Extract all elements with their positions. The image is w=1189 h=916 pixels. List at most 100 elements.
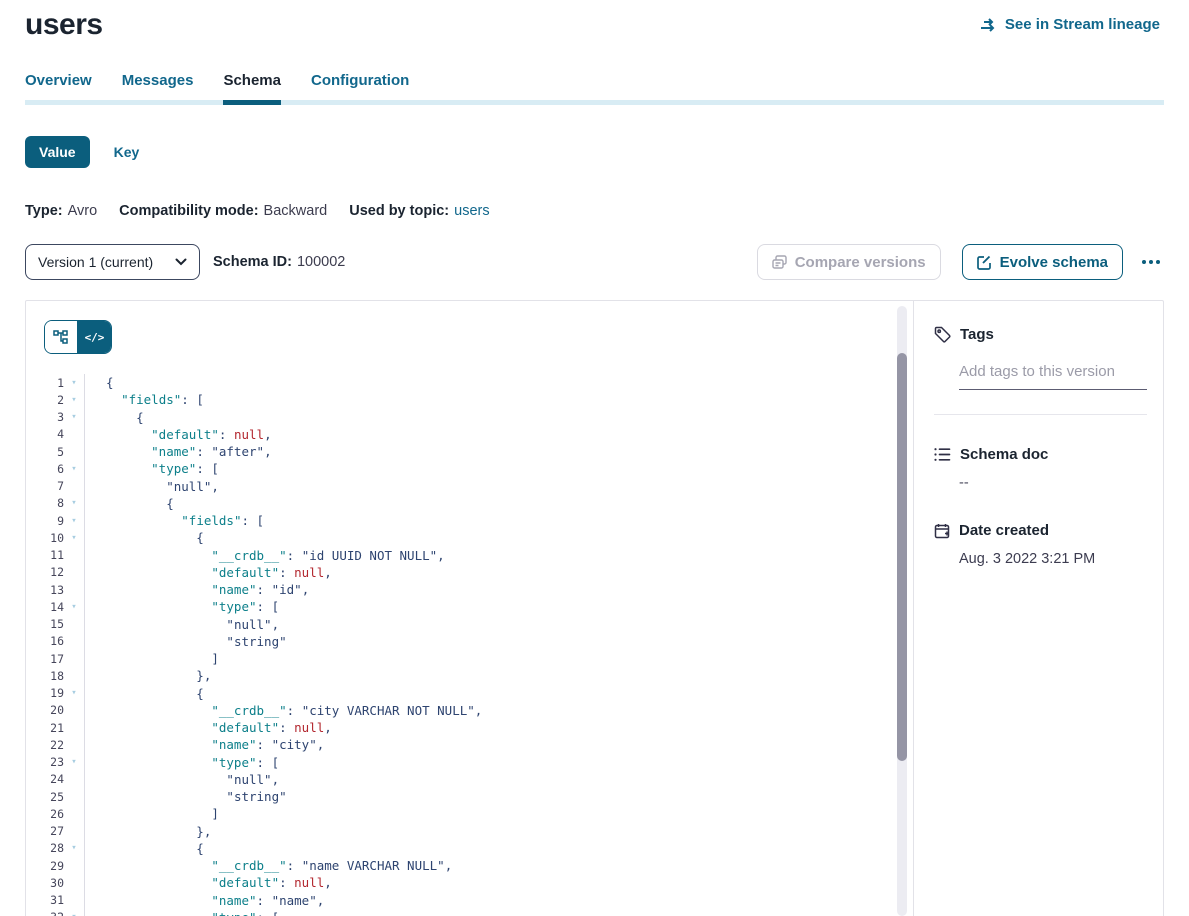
tree-view-button[interactable] (45, 321, 78, 353)
meta-used-by-topic: Used by topic:users (349, 203, 489, 219)
code-gutter: 4 (26, 426, 85, 443)
code-text: "__crdb__": "id UUID NOT NULL", (85, 548, 445, 563)
type-value: Avro (68, 203, 98, 219)
line-number: 6 (26, 462, 64, 476)
fold-arrow-icon[interactable]: ▾ (64, 688, 84, 698)
code-text: ] (85, 651, 219, 666)
tab-overview[interactable]: Overview (25, 72, 92, 105)
code-text: "type": [ (85, 910, 279, 916)
edit-icon (977, 255, 992, 270)
fold-arrow-icon[interactable]: ▾ (64, 533, 84, 543)
code-gutter: 9▾ (26, 512, 85, 529)
code-view-icon: </> (85, 331, 105, 344)
compatibility-value: Backward (264, 203, 328, 219)
editor-scrollbar[interactable] (897, 306, 907, 916)
code-line: 18 }, (26, 667, 913, 684)
editor-scrollbar-thumb[interactable] (897, 353, 907, 761)
code-gutter: 18 (26, 667, 85, 684)
fold-arrow-icon[interactable]: ▾ (64, 378, 84, 388)
line-number: 32 (26, 910, 64, 916)
schema-code: 1▾{2▾ "fields": [3▾ {4 "default": null,5… (26, 374, 913, 916)
line-number: 7 (26, 479, 64, 493)
code-line: 14▾ "type": [ (26, 598, 913, 615)
code-line: 30 "default": null, (26, 874, 913, 891)
compare-versions-button[interactable]: Compare versions (757, 244, 941, 280)
page-header: users See in Stream lineage (0, 0, 1189, 42)
line-number: 13 (26, 583, 64, 597)
sidebar-divider (934, 414, 1147, 415)
line-number: 8 (26, 496, 64, 510)
code-text: "default": null, (85, 875, 332, 890)
code-gutter: 19▾ (26, 685, 85, 702)
tags-section: Tags (934, 326, 1147, 415)
code-line: 11 "__crdb__": "id UUID NOT NULL", (26, 547, 913, 564)
topic-tabs: Overview Messages Schema Configuration (25, 72, 1164, 105)
code-text: "null", (85, 772, 279, 787)
code-view-button[interactable]: </> (78, 321, 111, 353)
code-line: 12 "default": null, (26, 564, 913, 581)
fold-arrow-icon[interactable]: ▾ (64, 602, 84, 612)
line-number: 11 (26, 548, 64, 562)
code-gutter: 31 (26, 892, 85, 909)
code-text: ] (85, 806, 219, 821)
fold-arrow-icon[interactable]: ▾ (64, 464, 84, 474)
line-number: 24 (26, 772, 64, 786)
code-gutter: 6▾ (26, 460, 85, 477)
line-number: 4 (26, 427, 64, 441)
evolve-schema-button[interactable]: Evolve schema (962, 244, 1123, 280)
code-gutter: 20 (26, 702, 85, 719)
code-text: "type": [ (85, 599, 279, 614)
line-number: 5 (26, 445, 64, 459)
code-text: { (85, 496, 174, 511)
line-number: 31 (26, 893, 64, 907)
code-text: "name": "name", (85, 893, 324, 908)
fold-arrow-icon[interactable]: ▾ (64, 843, 84, 853)
line-number: 25 (26, 790, 64, 804)
tab-configuration[interactable]: Configuration (311, 72, 409, 105)
line-number: 9 (26, 514, 64, 528)
fold-arrow-icon[interactable]: ▾ (64, 757, 84, 767)
fold-arrow-icon[interactable]: ▾ (64, 395, 84, 405)
code-gutter: 24 (26, 771, 85, 788)
line-number: 18 (26, 669, 64, 683)
tab-messages[interactable]: Messages (122, 72, 194, 105)
code-text: "fields": [ (85, 513, 264, 528)
code-line: 25 "string" (26, 788, 913, 805)
code-text: "fields": [ (85, 392, 204, 407)
code-text: "string" (85, 789, 287, 804)
topic-link[interactable]: users (454, 203, 489, 219)
code-gutter: 2▾ (26, 391, 85, 408)
code-text: { (85, 841, 204, 856)
line-number: 16 (26, 634, 64, 648)
schema-doc-header: Schema doc (934, 446, 1147, 463)
date-created-header: Date created (934, 522, 1147, 539)
tab-schema[interactable]: Schema (223, 72, 281, 105)
schema-doc-section: Schema doc -- (934, 446, 1147, 491)
value-tab-button[interactable]: Value (25, 136, 90, 168)
code-line: 26 ] (26, 805, 913, 822)
key-tab-button[interactable]: Key (114, 144, 140, 160)
see-in-stream-lineage-link[interactable]: See in Stream lineage (980, 16, 1160, 33)
version-select[interactable]: Version 1 (current) (25, 244, 200, 280)
fold-arrow-icon[interactable]: ▾ (64, 412, 84, 422)
add-tags-input[interactable] (959, 363, 1147, 390)
code-gutter: 8▾ (26, 495, 85, 512)
fold-arrow-icon[interactable]: ▾ (64, 498, 84, 508)
schema-editor: </> 1▾{2▾ "fields": [3▾ {4 "default": nu… (26, 301, 913, 916)
code-line: 15 "null", (26, 616, 913, 633)
code-text: "null", (85, 479, 219, 494)
code-text: "__crdb__": "name VARCHAR NULL", (85, 858, 452, 873)
code-gutter: 5 (26, 443, 85, 460)
schema-page: users See in Stream lineage Overview Mes… (0, 0, 1189, 916)
code-line: 16 "string" (26, 633, 913, 650)
code-text: { (85, 410, 144, 425)
code-line: 13 "name": "id", (26, 581, 913, 598)
more-options-button[interactable] (1138, 256, 1164, 268)
code-text: "default": null, (85, 720, 332, 735)
fold-arrow-icon[interactable]: ▾ (64, 516, 84, 526)
code-line: 1▾{ (26, 374, 913, 391)
code-text: { (85, 530, 204, 545)
code-gutter: 7 (26, 478, 85, 495)
line-number: 10 (26, 531, 64, 545)
fold-arrow-icon[interactable]: ▾ (64, 912, 84, 916)
